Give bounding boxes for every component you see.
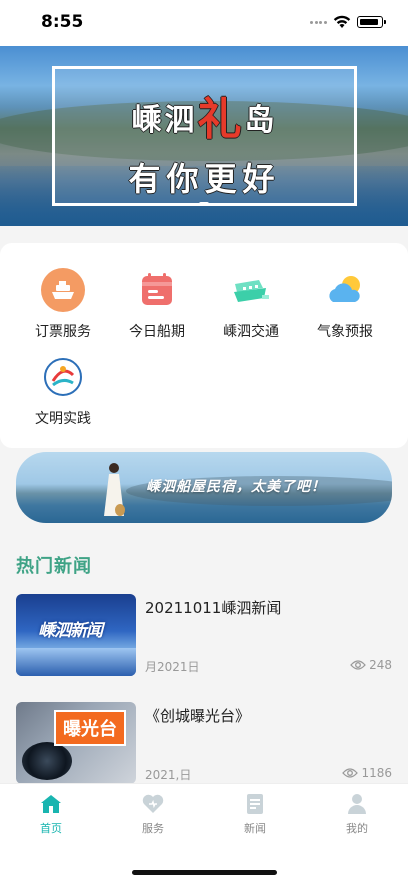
ferry-ticket-icon — [41, 268, 85, 312]
tab-news-label: 新闻 — [244, 822, 266, 835]
tab-news[interactable]: 新闻 — [215, 792, 295, 836]
tab-services[interactable]: 服务 — [113, 792, 193, 836]
status-time: 8:55 — [41, 12, 84, 32]
services-grid: 订票服务 今日船期 嵊泗交通 气象预报 文明实践 — [0, 243, 408, 448]
tab-services-label: 服务 — [142, 822, 164, 835]
news-view-count: 1186 — [361, 766, 392, 780]
heart-icon — [141, 792, 165, 816]
tab-profile-label: 我的 — [346, 822, 368, 835]
news-title[interactable]: 《创城曝光台》 — [145, 705, 250, 726]
thumbnail-text: 嵊泗新闻 — [38, 621, 103, 641]
news-thumbnail[interactable]: 嵊泗新闻 — [16, 594, 136, 676]
battery-icon — [357, 16, 386, 28]
weather-icon — [323, 268, 367, 312]
news-item[interactable]: 嵊泗新闻 20211011嵊泗新闻 月2021日 248 — [16, 594, 392, 679]
service-ticket[interactable]: 订票服务 — [16, 268, 110, 341]
eye-icon — [342, 768, 359, 778]
banner-page-indicator[interactable] — [199, 202, 209, 206]
calendar-icon — [135, 268, 179, 312]
bottom-tab-bar: 首页 服务 新闻 我的 — [0, 783, 408, 883]
service-civilization[interactable]: 文明实践 — [16, 355, 110, 428]
tab-home-label: 首页 — [40, 822, 62, 835]
hot-news-title: 热门新闻 — [16, 556, 92, 577]
signal-icon — [310, 21, 328, 25]
news-item[interactable]: 曝光台 《创城曝光台》 2021,日 1186 — [16, 702, 392, 787]
service-ticket-label: 订票服务 — [35, 324, 91, 340]
tab-profile[interactable]: 我的 — [317, 792, 397, 836]
ship-icon — [229, 268, 273, 312]
news-icon — [243, 792, 267, 816]
news-date: 2021,日 — [145, 768, 192, 782]
service-schedule-label: 今日船期 — [129, 324, 185, 340]
app-screen: 8:55 嵊泗礼岛 有你更好 订票服务 今日船期 嵊泗交通 气象预报 文明实践 … — [0, 0, 408, 883]
home-indicator[interactable] — [132, 870, 277, 875]
banner-title-line2: 有你更好 — [128, 160, 281, 198]
eye-icon — [350, 660, 366, 670]
news-view-count: 248 — [369, 658, 392, 672]
banner-text-dao: 岛 — [244, 103, 278, 138]
service-civilization-label: 文明实践 — [35, 411, 91, 427]
wifi-icon — [333, 15, 351, 28]
civilization-logo-icon — [41, 355, 85, 399]
thumbnail-text: 曝光台 — [54, 710, 126, 746]
banner-title-frame: 嵊泗礼岛 有你更好 — [52, 66, 357, 206]
promo-text: 嵊泗船屋民宿，太美了吧！ — [146, 479, 326, 495]
user-icon — [345, 792, 369, 816]
news-title[interactable]: 20211011嵊泗新闻 — [145, 597, 281, 618]
news-thumbnail[interactable]: 曝光台 — [16, 702, 136, 784]
banner-title-line1: 嵊泗礼岛 — [55, 79, 354, 145]
promo-girl-image — [104, 463, 125, 516]
promo-banner[interactable]: 嵊泗船屋民宿，太美了吧！ — [16, 452, 392, 523]
thumbnail-city-image — [16, 648, 136, 676]
news-date: 月2021日 — [145, 660, 200, 674]
service-schedule[interactable]: 今日船期 — [110, 268, 204, 341]
banner-text-shengsi: 嵊泗 — [131, 103, 198, 138]
service-weather-label: 气象预报 — [317, 324, 373, 340]
service-transport[interactable]: 嵊泗交通 — [204, 268, 298, 341]
home-icon — [39, 792, 63, 816]
status-bar: 8:55 — [0, 0, 408, 46]
hero-banner[interactable]: 嵊泗礼岛 有你更好 — [0, 46, 408, 226]
service-transport-label: 嵊泗交通 — [223, 324, 279, 340]
tab-home[interactable]: 首页 — [11, 792, 91, 836]
banner-text-li: 礼 — [197, 94, 245, 145]
news-views: 248 — [350, 658, 392, 672]
service-weather[interactable]: 气象预报 — [298, 268, 392, 341]
news-views: 1186 — [342, 766, 392, 780]
